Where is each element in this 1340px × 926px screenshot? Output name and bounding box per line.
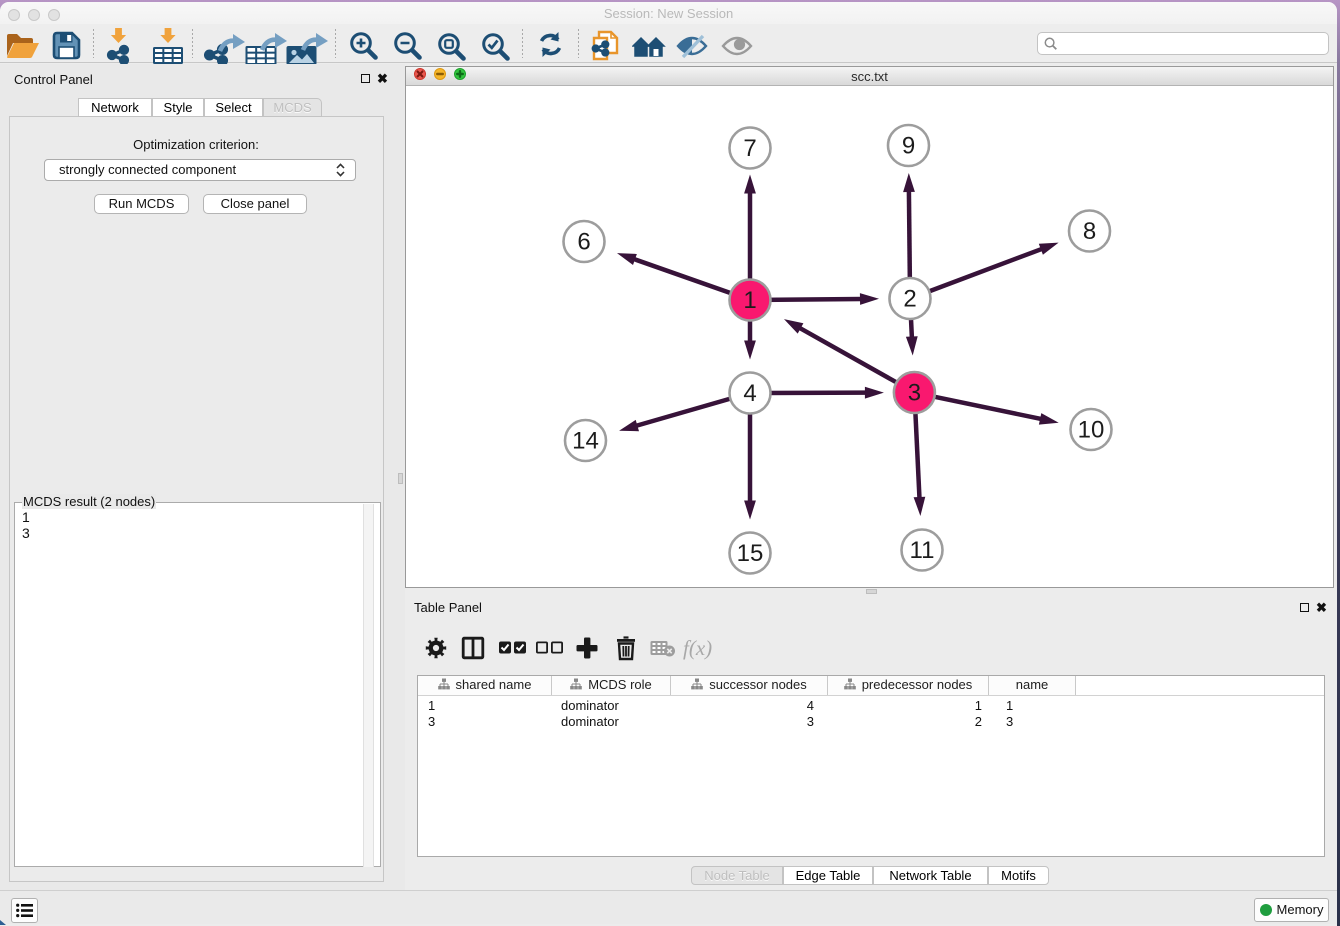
svg-text:14: 14 — [572, 428, 599, 455]
svg-text:2: 2 — [903, 286, 916, 313]
svg-text:6: 6 — [577, 229, 590, 256]
svg-text:1: 1 — [743, 287, 756, 314]
svg-text:8: 8 — [1083, 218, 1096, 245]
svg-text:9: 9 — [902, 133, 915, 160]
svg-text:15: 15 — [737, 540, 764, 567]
svg-text:10: 10 — [1078, 417, 1105, 444]
svg-text:3: 3 — [908, 380, 921, 407]
svg-text:7: 7 — [743, 135, 756, 162]
svg-text:4: 4 — [743, 380, 756, 407]
svg-text:11: 11 — [910, 537, 935, 564]
